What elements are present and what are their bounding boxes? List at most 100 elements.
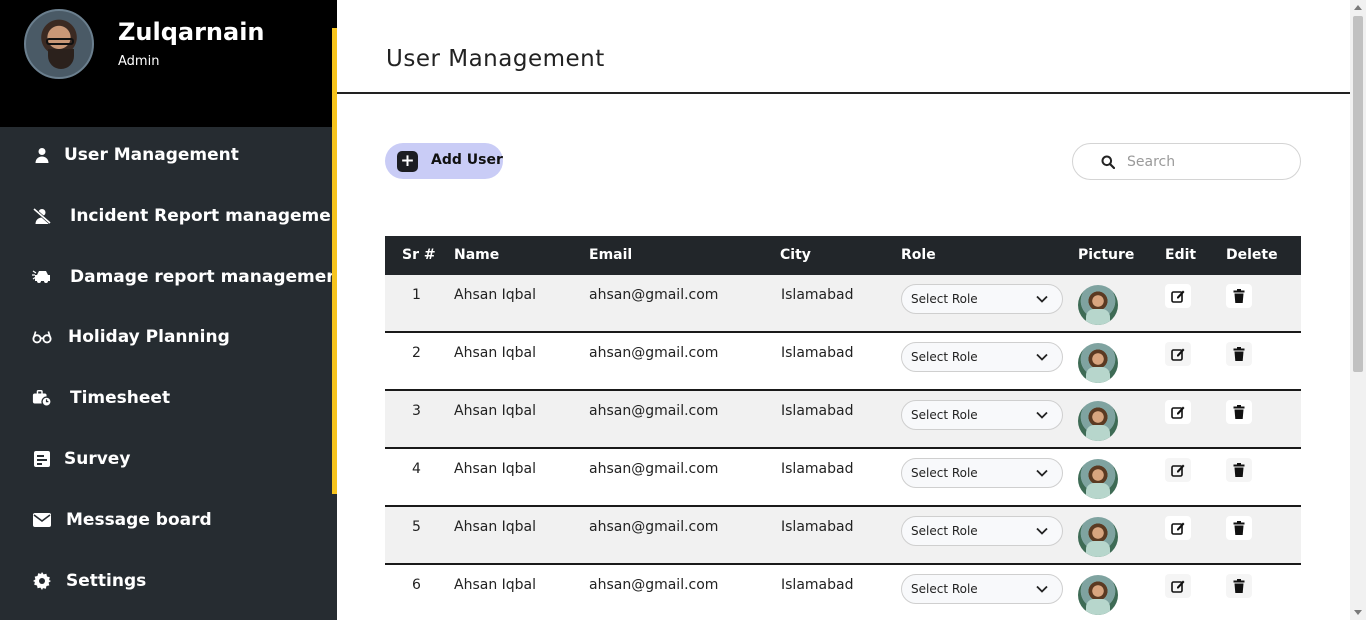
cell-sr: 2 — [412, 345, 421, 361]
edit-button[interactable] — [1165, 574, 1191, 598]
scroll-up-icon[interactable] — [1354, 5, 1362, 10]
profile-panel: Zulqarnain Admin — [0, 0, 332, 127]
sidebar-item-label: Incident Report management — [70, 206, 352, 226]
table-body: 1 Ahsan Iqbal ahsan@gmail.com Islamabad … — [385, 275, 1301, 620]
role-select-value: Select Role — [911, 524, 978, 538]
cell-name: Ahsan Iqbal — [454, 461, 537, 477]
sidebar-item-holiday-planning[interactable]: Holiday Planning — [0, 317, 332, 357]
role-select[interactable]: Select Role — [901, 400, 1063, 430]
header-delete: Delete — [1226, 247, 1278, 263]
delete-button[interactable] — [1226, 342, 1252, 366]
cell-city: Islamabad — [781, 287, 854, 303]
poll-icon — [32, 449, 52, 469]
cell-email: ahsan@gmail.com — [589, 403, 719, 419]
role-select[interactable]: Select Role — [901, 458, 1063, 488]
chevron-down-icon — [1036, 353, 1048, 361]
user-picture — [1078, 517, 1118, 557]
sidebar-item-timesheet[interactable]: Timesheet — [0, 378, 332, 418]
trash-icon — [1233, 405, 1245, 419]
table-row: 6 Ahsan Iqbal ahsan@gmail.com Islamabad … — [385, 565, 1301, 620]
role-select-value: Select Role — [911, 292, 978, 306]
trash-icon — [1233, 347, 1245, 361]
user-picture — [1078, 343, 1118, 383]
sidebar-item-user-management[interactable]: User Management — [0, 135, 332, 175]
edit-button[interactable] — [1165, 342, 1191, 366]
header-sr: Sr # — [402, 247, 436, 263]
scroll-down-icon[interactable] — [1354, 610, 1362, 615]
edit-button[interactable] — [1165, 516, 1191, 540]
envelope-icon — [32, 510, 52, 530]
chevron-down-icon — [1036, 469, 1048, 477]
add-user-button[interactable]: + Add User — [385, 143, 503, 179]
sidebar-item-label: Survey — [64, 449, 131, 469]
cell-name: Ahsan Iqbal — [454, 345, 537, 361]
role-select-value: Select Role — [911, 350, 978, 364]
business-time-icon — [32, 388, 52, 408]
sidebar-item-settings[interactable]: Settings — [0, 561, 332, 601]
cell-city: Islamabad — [781, 577, 854, 593]
user-picture — [1078, 575, 1118, 615]
cell-email: ahsan@gmail.com — [589, 577, 719, 593]
cell-email: ahsan@gmail.com — [589, 461, 719, 477]
cell-sr: 4 — [412, 461, 421, 477]
sidebar-item-label: User Management — [64, 145, 239, 165]
user-picture — [1078, 285, 1118, 325]
user-picture — [1078, 459, 1118, 499]
add-user-label: Add User — [431, 152, 503, 168]
role-select-value: Select Role — [911, 466, 978, 480]
delete-button[interactable] — [1226, 284, 1252, 308]
cell-name: Ahsan Iqbal — [454, 519, 537, 535]
sidebar-item-label: Damage report management — [70, 267, 347, 287]
sidebar-item-label: Message board — [66, 510, 212, 530]
role-select[interactable]: Select Role — [901, 516, 1063, 546]
edit-icon — [1171, 406, 1185, 419]
delete-button[interactable] — [1226, 400, 1252, 424]
profile-name: Zulqarnain — [118, 18, 265, 46]
sidebar-item-message-board[interactable]: Message board — [0, 500, 332, 540]
page-scrollbar-thumb[interactable] — [1353, 16, 1363, 372]
header-picture: Picture — [1078, 247, 1135, 263]
header-edit: Edit — [1165, 247, 1197, 263]
cell-name: Ahsan Iqbal — [454, 577, 537, 593]
role-select-value: Select Role — [911, 582, 978, 596]
table-row: 3 Ahsan Iqbal ahsan@gmail.com Islamabad … — [385, 391, 1301, 449]
cell-city: Islamabad — [781, 519, 854, 535]
gear-icon — [32, 571, 52, 591]
delete-button[interactable] — [1226, 516, 1252, 540]
sidebar-item-label: Timesheet — [70, 388, 171, 408]
search-input[interactable] — [1127, 152, 1287, 172]
cell-email: ahsan@gmail.com — [589, 519, 719, 535]
edit-button[interactable] — [1165, 400, 1191, 424]
role-select[interactable]: Select Role — [901, 342, 1063, 372]
role-select[interactable]: Select Role — [901, 284, 1063, 314]
edit-icon — [1171, 290, 1185, 303]
cell-name: Ahsan Iqbal — [454, 287, 537, 303]
sidebar-item-survey[interactable]: Survey — [0, 439, 332, 479]
trash-icon — [1233, 289, 1245, 303]
delete-button[interactable] — [1226, 458, 1252, 482]
trash-icon — [1233, 463, 1245, 477]
main-content: User Management + Add User Sr # Name Ema… — [337, 0, 1350, 620]
sidebar-item-incident-report[interactable]: Incident Report management — [0, 196, 351, 236]
cell-email: ahsan@gmail.com — [589, 345, 719, 361]
search-box[interactable] — [1072, 143, 1301, 180]
cell-sr: 3 — [412, 403, 421, 419]
cell-sr: 5 — [412, 519, 421, 535]
user-icon — [32, 145, 52, 165]
avatar — [24, 9, 94, 79]
avatar-beard — [48, 49, 74, 69]
sidebar-item-label: Settings — [66, 571, 147, 591]
sidebar: Zulqarnain Admin User Management Inciden… — [0, 0, 351, 620]
edit-button[interactable] — [1165, 284, 1191, 308]
page-scrollbar[interactable] — [1350, 0, 1366, 620]
header-city: City — [780, 247, 811, 263]
title-divider — [337, 92, 1350, 94]
edit-button[interactable] — [1165, 458, 1191, 482]
page-title: User Management — [386, 46, 605, 72]
profile-role: Admin — [118, 54, 160, 69]
trash-icon — [1233, 521, 1245, 535]
sidebar-item-damage-report[interactable]: Damage report management — [0, 257, 347, 297]
role-select[interactable]: Select Role — [901, 574, 1063, 604]
header-name: Name — [454, 247, 500, 263]
delete-button[interactable] — [1226, 574, 1252, 598]
